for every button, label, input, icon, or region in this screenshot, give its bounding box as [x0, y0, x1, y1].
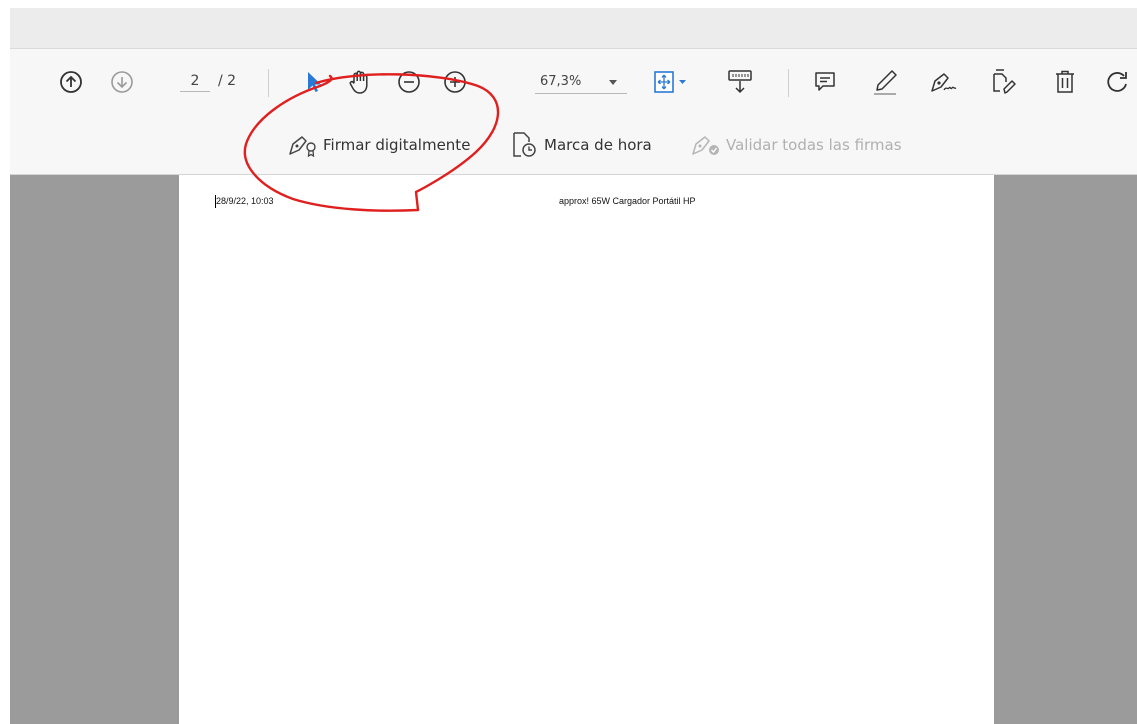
next-page-button[interactable]: [107, 67, 137, 97]
scroll-mode-icon: [728, 70, 752, 94]
document-viewer[interactable]: 28/9/22, 10:03 approx! 65W Cargador Port…: [10, 175, 1137, 724]
sign-button[interactable]: [925, 67, 961, 97]
previous-page-button[interactable]: [56, 67, 86, 97]
delete-button[interactable]: [1050, 67, 1080, 97]
zoom-in-icon: [444, 71, 466, 93]
zoom-out-button[interactable]: [394, 67, 424, 97]
comment-button[interactable]: [810, 67, 840, 97]
toolbar-divider: [268, 69, 269, 97]
digital-sign-button[interactable]: Firmar digitalmente: [287, 131, 470, 159]
hand-icon: [349, 70, 368, 94]
document-header-date: 28/9/22, 10:03: [216, 196, 274, 206]
rotate-icon: [1107, 72, 1127, 92]
validate-signatures-label: Validar todas las firmas: [726, 136, 902, 154]
hand-tool-button[interactable]: [343, 67, 377, 97]
highlight-button[interactable]: [868, 67, 902, 97]
zoom-dropdown[interactable]: 67,3%: [535, 71, 627, 94]
page-number-input[interactable]: 2: [180, 73, 210, 92]
page-total: / 2: [218, 73, 237, 89]
pdf-page: 28/9/22, 10:03 approx! 65W Cargador Port…: [179, 175, 994, 724]
fit-page-button[interactable]: [650, 67, 694, 97]
scroll-mode-button[interactable]: [722, 67, 758, 97]
highlight-icon: [874, 70, 897, 95]
document-clock-icon: [513, 132, 536, 157]
zoom-value: 67,3%: [540, 74, 582, 89]
main-toolbar: 2 / 2 67,3%: [10, 48, 1137, 116]
validate-signatures-button[interactable]: Validar todas las firmas: [690, 131, 902, 159]
timestamp-button[interactable]: Marca de hora: [510, 131, 652, 159]
arrow-down-circle-icon: [111, 71, 133, 93]
app-window: 2 / 2 67,3% Firmar digitalmente Marca de…: [10, 8, 1137, 724]
toolbar-divider: [788, 69, 789, 97]
digital-sign-label: Firmar digitalmente: [323, 136, 471, 154]
title-bar: [10, 8, 1137, 48]
sign-icon: [931, 73, 957, 92]
fill-sign-button[interactable]: [986, 67, 1020, 97]
select-tool-button[interactable]: [299, 67, 329, 97]
select-arrow-icon: [308, 72, 321, 92]
delete-icon: [1056, 70, 1074, 93]
chevron-down-icon: [609, 80, 617, 85]
comment-icon: [815, 72, 835, 91]
fit-page-icon: [654, 71, 686, 93]
zoom-in-button[interactable]: [440, 67, 470, 97]
document-header-title: approx! 65W Cargador Portátil HP: [559, 196, 696, 206]
zoom-out-icon: [398, 71, 420, 93]
pen-ribbon-icon: [289, 136, 316, 158]
fill-sign-icon: [993, 69, 1016, 94]
rotate-button[interactable]: [1104, 67, 1137, 97]
certificates-toolbar: Firmar digitalmente Marca de hora Valida…: [10, 115, 1137, 175]
timestamp-label: Marca de hora: [544, 136, 652, 154]
arrow-up-circle-icon: [60, 71, 82, 93]
pen-check-icon: [692, 136, 719, 155]
